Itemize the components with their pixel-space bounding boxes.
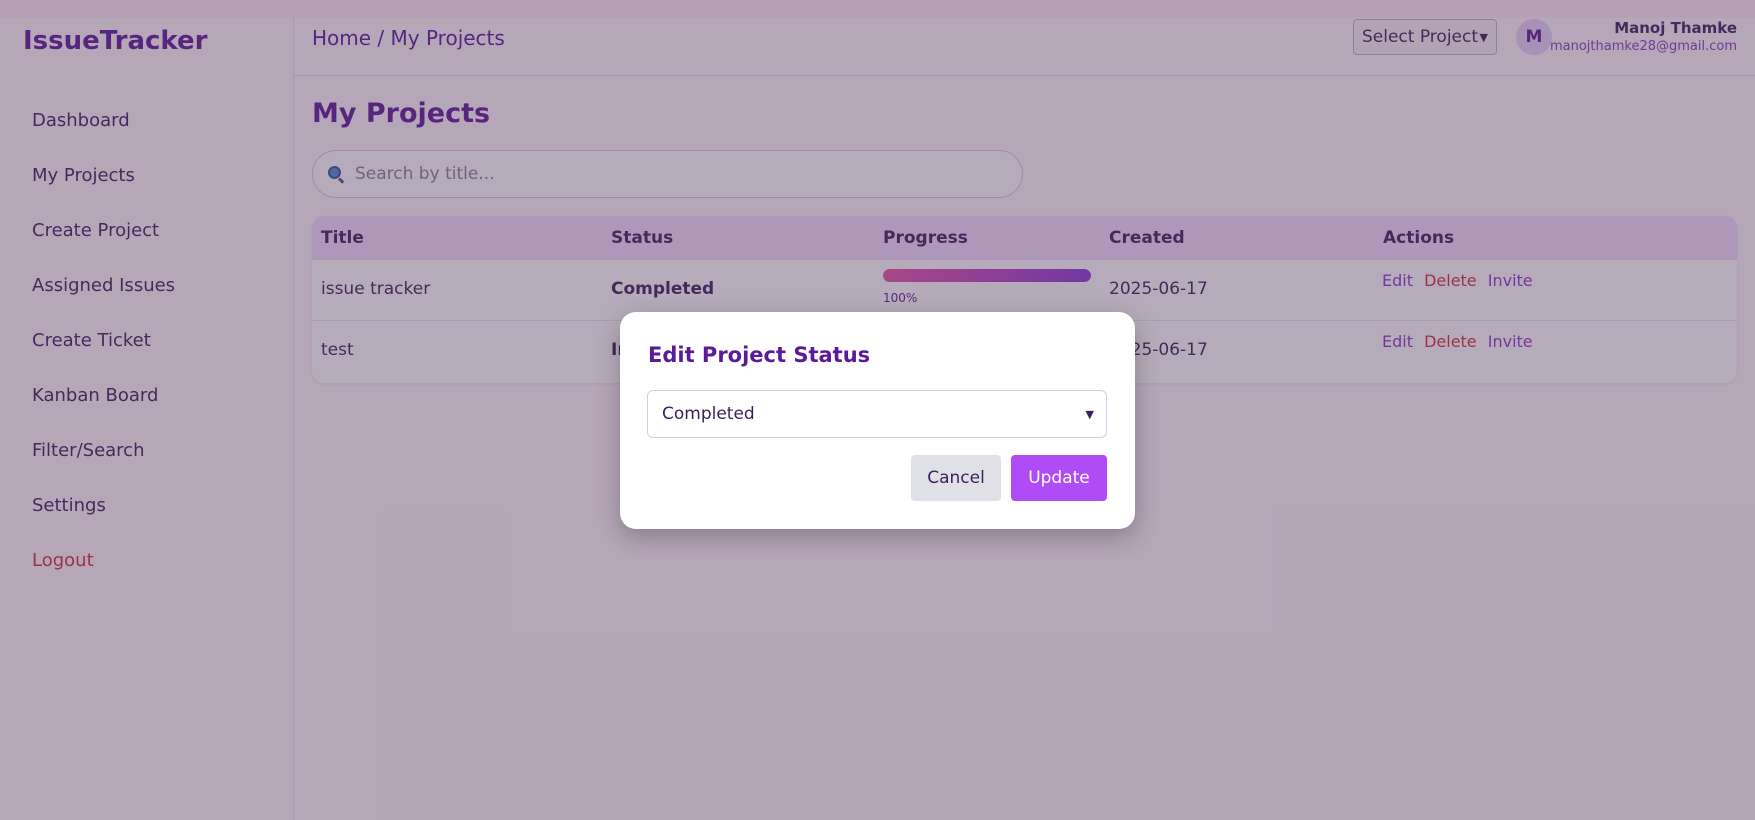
status-select-value: Completed — [662, 404, 755, 424]
cancel-button[interactable]: Cancel — [911, 455, 1001, 501]
status-select[interactable]: Completed ▼ — [647, 390, 1107, 438]
modal-title: Edit Project Status — [648, 343, 871, 367]
chevron-down-icon: ▼ — [1085, 407, 1094, 421]
update-button[interactable]: Update — [1011, 455, 1107, 501]
edit-status-modal: Edit Project Status Completed ▼ Cancel U… — [620, 312, 1135, 529]
